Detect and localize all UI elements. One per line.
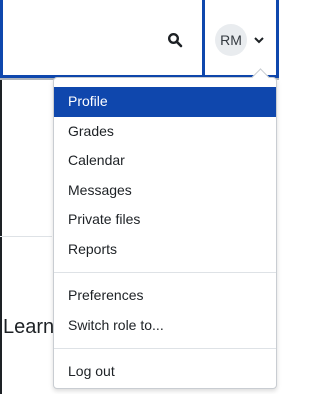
user-menu-dropdown: Profile Grades Calendar Messages Private… (53, 68, 277, 389)
page-content-text: Learn (3, 316, 55, 338)
menu-item-log-out[interactable]: Log out (54, 357, 276, 387)
navbar-left-accent (0, 0, 3, 78)
search-icon[interactable] (167, 32, 183, 48)
chevron-down-icon[interactable] (253, 34, 265, 46)
menu-item-calendar[interactable]: Calendar (54, 146, 276, 176)
user-avatar[interactable]: RM (215, 24, 247, 56)
menu-divider (54, 272, 276, 273)
navbar-right-accent (276, 0, 279, 78)
top-navbar: RM (0, 0, 279, 80)
menu-divider (54, 348, 276, 349)
menu-item-messages[interactable]: Messages (54, 176, 276, 206)
content-left-border (0, 80, 2, 394)
content-divider (0, 236, 52, 237)
menu-item-private-files[interactable]: Private files (54, 205, 276, 235)
navbar-divider (202, 0, 205, 78)
menu-item-reports[interactable]: Reports (54, 235, 276, 265)
menu-item-grades[interactable]: Grades (54, 117, 276, 147)
menu-item-profile[interactable]: Profile (54, 87, 276, 117)
menu-item-preferences[interactable]: Preferences (54, 281, 276, 311)
menu-item-switch-role[interactable]: Switch role to... (54, 311, 276, 341)
